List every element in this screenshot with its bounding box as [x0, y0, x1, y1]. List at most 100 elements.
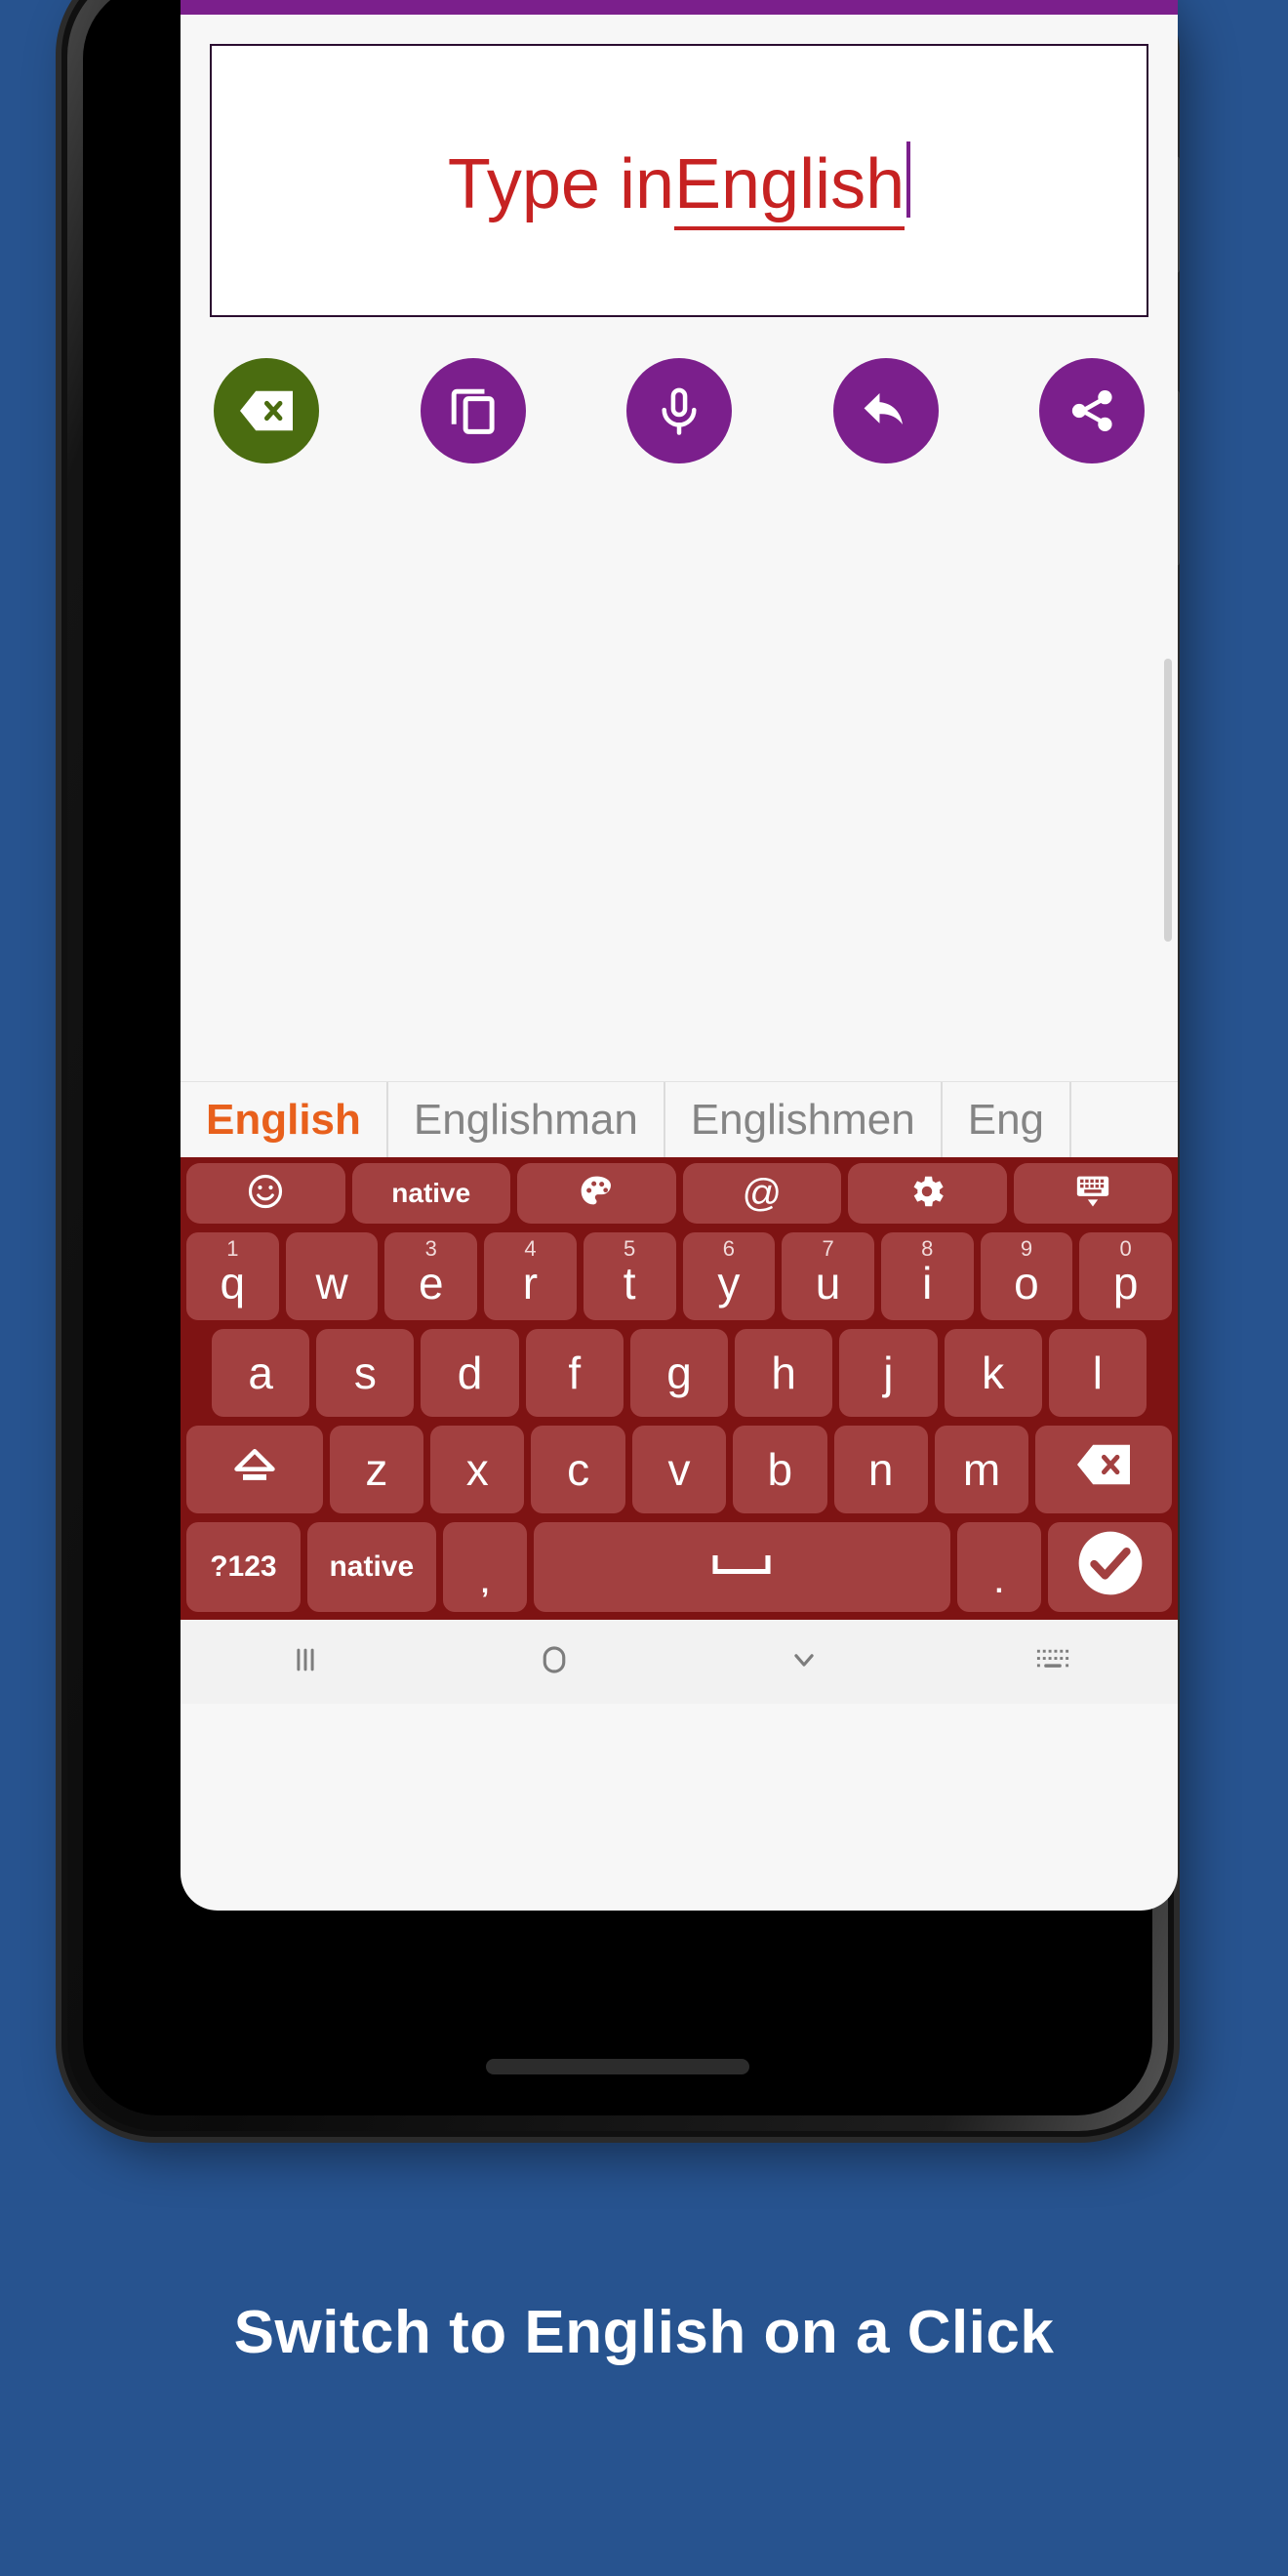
keyboard-switch-button[interactable]: [929, 1645, 1179, 1679]
key-label: m: [962, 1444, 1001, 1495]
key-label: k: [982, 1348, 1005, 1398]
key-label: p: [1112, 1258, 1139, 1308]
key-i[interactable]: 8i: [880, 1232, 974, 1320]
scrollbar-thumb[interactable]: [1164, 659, 1172, 942]
microphone-icon: [653, 384, 705, 437]
clear-text-button[interactable]: [214, 358, 319, 463]
suggestion-item[interactable]: English: [181, 1082, 388, 1157]
keyboard-bottom-row: ?123 native , .: [186, 1522, 1172, 1612]
undo-button[interactable]: [832, 358, 939, 463]
key-number-hint: 8: [921, 1236, 934, 1261]
app-header: Speech to Text or Native Keyboard: [181, 0, 1178, 15]
at-symbol-key[interactable]: @: [682, 1163, 841, 1224]
key-h[interactable]: h: [735, 1329, 833, 1417]
promo-caption: Switch to English on a Click: [233, 2299, 1055, 2366]
key-label: t: [623, 1258, 636, 1308]
space-bar-icon: [712, 1550, 771, 1584]
home-icon: [537, 1642, 572, 1682]
emoji-key[interactable]: [186, 1163, 345, 1224]
key-number-hint: 1: [226, 1236, 239, 1261]
native-key-label: native: [391, 1178, 471, 1208]
key-j[interactable]: j: [839, 1329, 938, 1417]
key-label: native: [329, 1550, 415, 1583]
key-y[interactable]: 6y: [682, 1232, 776, 1320]
key-number-hint: 4: [524, 1236, 537, 1261]
key-label: e: [418, 1258, 444, 1308]
key-number-hint: 0: [1119, 1236, 1132, 1261]
suggestion-item[interactable]: Englishman: [388, 1082, 665, 1157]
suggestion-item[interactable]: Eng: [943, 1082, 1072, 1157]
copy-text-button[interactable]: [420, 358, 526, 463]
key-c[interactable]: c: [531, 1426, 625, 1513]
key-number-hint: 9: [1020, 1236, 1033, 1261]
native-layout-key[interactable]: native: [306, 1522, 436, 1612]
key-a[interactable]: a: [212, 1329, 310, 1417]
key-label: v: [667, 1444, 691, 1495]
hide-keyboard-key[interactable]: [1013, 1163, 1172, 1224]
key-number-hint: 5: [624, 1236, 636, 1261]
key-r[interactable]: 4r: [484, 1232, 577, 1320]
key-label: f: [568, 1348, 582, 1398]
key-v[interactable]: v: [631, 1426, 727, 1513]
palette-icon: [577, 1172, 616, 1216]
key-label: z: [365, 1444, 388, 1495]
comma-key[interactable]: ,: [442, 1522, 528, 1612]
suggestion-item[interactable]: Englishmen: [665, 1082, 943, 1157]
keyboard-toolbar-row: native @: [186, 1163, 1172, 1224]
share-icon: [1067, 385, 1117, 436]
key-number-hint: 7: [822, 1236, 834, 1261]
key-label: .: [994, 1567, 1004, 1599]
key-f[interactable]: f: [525, 1329, 624, 1417]
key-label: x: [465, 1444, 489, 1495]
key-t[interactable]: 5t: [583, 1232, 676, 1320]
key-n[interactable]: n: [833, 1426, 928, 1513]
suggestion-strip: English Englishman Englishmen Eng: [181, 1081, 1178, 1157]
key-m[interactable]: m: [934, 1426, 1029, 1513]
key-k[interactable]: k: [944, 1329, 1042, 1417]
text-input-field[interactable]: Type in English: [210, 44, 1148, 317]
home-button[interactable]: [430, 1642, 680, 1682]
at-key-label: @: [742, 1171, 783, 1215]
key-q[interactable]: 1q: [186, 1232, 279, 1320]
recents-button[interactable]: [181, 1643, 430, 1681]
key-d[interactable]: d: [421, 1329, 519, 1417]
typed-text-spellcheck: English: [673, 144, 906, 230]
key-p[interactable]: 0p: [1079, 1232, 1173, 1320]
space-key[interactable]: [534, 1522, 950, 1612]
key-l[interactable]: l: [1048, 1329, 1147, 1417]
key-label: u: [815, 1258, 841, 1308]
key-label: l: [1092, 1348, 1103, 1398]
key-w[interactable]: w: [285, 1232, 379, 1320]
period-key[interactable]: .: [956, 1522, 1042, 1612]
back-button[interactable]: [679, 1642, 929, 1682]
key-label: c: [567, 1444, 590, 1495]
shift-key[interactable]: [186, 1426, 323, 1513]
on-screen-keyboard: native @ 1 q w 3 e 4 r 5 t 6 y 7 u 8 i 9…: [181, 1157, 1178, 1620]
key-number-hint: 3: [424, 1236, 437, 1261]
key-x[interactable]: x: [430, 1426, 525, 1513]
key-label: ,: [480, 1567, 490, 1599]
keyboard-settings-key[interactable]: [848, 1163, 1007, 1224]
key-label: q: [220, 1258, 246, 1308]
native-language-key[interactable]: native: [351, 1163, 510, 1224]
backspace-icon: [1077, 1443, 1131, 1496]
theme-palette-key[interactable]: [517, 1163, 676, 1224]
key-label: s: [353, 1348, 377, 1398]
speech-to-text-button[interactable]: [626, 358, 732, 463]
copy-icon: [447, 384, 500, 437]
key-g[interactable]: g: [629, 1329, 729, 1417]
backspace-key[interactable]: [1035, 1426, 1172, 1513]
check-circle-icon: [1074, 1527, 1147, 1607]
share-button[interactable]: [1039, 358, 1145, 463]
keyboard-row-asdf: a s d f g h j k l: [186, 1329, 1172, 1417]
key-u[interactable]: 7u: [782, 1232, 874, 1320]
key-b[interactable]: b: [733, 1426, 827, 1513]
chevron-down-icon: [786, 1642, 822, 1682]
key-s[interactable]: s: [316, 1329, 415, 1417]
enter-key[interactable]: [1048, 1522, 1172, 1612]
key-o[interactable]: 9o: [980, 1232, 1073, 1320]
key-e[interactable]: 3e: [384, 1232, 478, 1320]
key-label: a: [248, 1348, 273, 1398]
symbols-key[interactable]: ?123: [186, 1522, 301, 1612]
key-z[interactable]: z: [329, 1426, 424, 1513]
